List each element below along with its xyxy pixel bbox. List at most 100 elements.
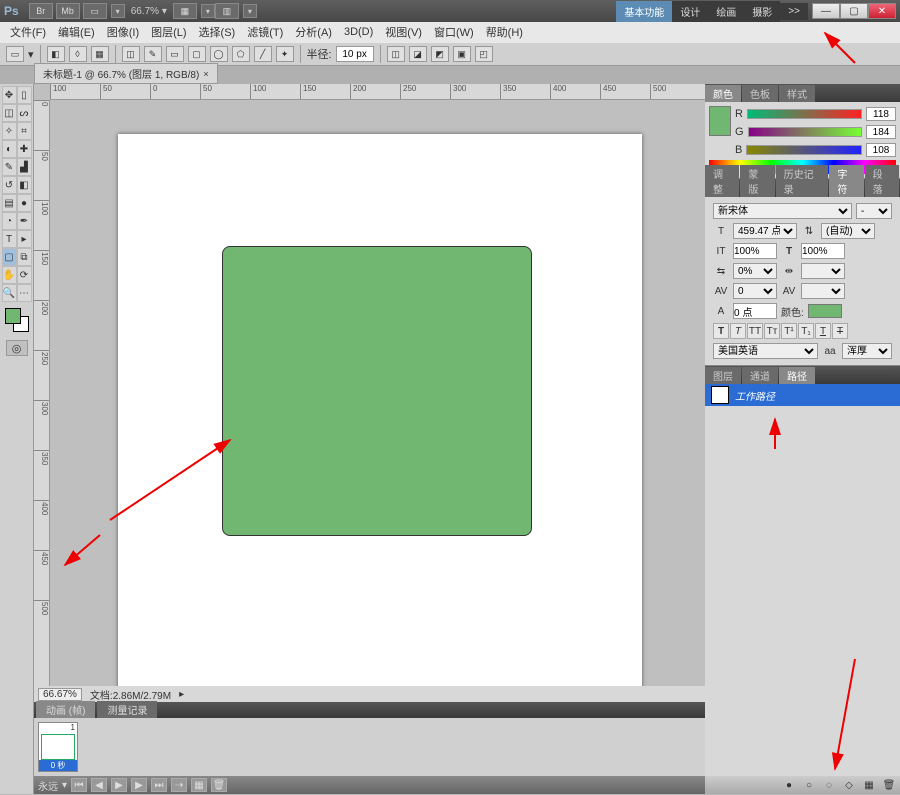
text-color-swatch[interactable] bbox=[808, 304, 842, 318]
minimize-button[interactable]: — bbox=[812, 3, 840, 19]
heal-tool[interactable]: ✚ bbox=[17, 140, 32, 158]
combine-new-icon[interactable]: ◫ bbox=[387, 46, 405, 62]
history-brush-tool[interactable]: ↺ bbox=[2, 176, 17, 194]
brush-tool[interactable]: ✎ bbox=[2, 158, 17, 176]
menu-edit[interactable]: 编辑(E) bbox=[54, 22, 99, 42]
next-frame-icon[interactable]: ▶ bbox=[131, 778, 147, 792]
b-value[interactable] bbox=[866, 143, 896, 157]
rounded-rect-icon[interactable]: ▢ bbox=[188, 46, 206, 62]
tab-adjust[interactable]: 调整 bbox=[705, 165, 739, 197]
vscale-input[interactable] bbox=[733, 243, 777, 259]
crop-tool[interactable]: ⌗ bbox=[17, 122, 32, 140]
menu-layer[interactable]: 图层(L) bbox=[147, 22, 190, 42]
tab-paths[interactable]: 路径 bbox=[779, 367, 815, 384]
path-sel-tool[interactable]: ▸ bbox=[17, 230, 32, 248]
workspace-design[interactable]: 设计 bbox=[672, 1, 708, 22]
marquee-tool[interactable]: ◫ bbox=[2, 104, 17, 122]
extra-tool[interactable]: ⋯ bbox=[17, 284, 32, 302]
workspace-basic[interactable]: 基本功能 bbox=[616, 1, 672, 22]
view-extras-button[interactable]: ▦ bbox=[173, 3, 197, 19]
r-value[interactable] bbox=[866, 107, 896, 121]
smallcaps-icon[interactable]: Tᴛ bbox=[764, 323, 780, 339]
delete-frame-icon[interactable]: 🗑 bbox=[211, 778, 227, 792]
font-style-select[interactable]: - bbox=[856, 203, 892, 219]
fg-color-swatch[interactable] bbox=[5, 308, 21, 324]
prev-frame-icon[interactable]: ◀ bbox=[91, 778, 107, 792]
eraser-tool[interactable]: ◧ bbox=[17, 176, 32, 194]
superscript-icon[interactable]: T¹ bbox=[781, 323, 797, 339]
pen-tool[interactable]: ✒ bbox=[17, 212, 32, 230]
line-icon[interactable]: ╱ bbox=[254, 46, 272, 62]
menu-help[interactable]: 帮助(H) bbox=[482, 22, 527, 42]
document-tab[interactable]: 未标题-1 @ 66.7% (图层 1, RGB/8) × bbox=[34, 63, 218, 84]
sel-to-path-icon[interactable]: ◇ bbox=[842, 778, 856, 792]
close-window-button[interactable]: ✕ bbox=[868, 3, 896, 19]
aa-select[interactable]: 浑厚 bbox=[842, 343, 892, 359]
menu-analysis[interactable]: 分析(A) bbox=[291, 22, 336, 42]
tween-icon[interactable]: ⇢ bbox=[171, 778, 187, 792]
hscale-input[interactable] bbox=[801, 243, 845, 259]
path-op-icon[interactable]: ◫ bbox=[122, 46, 140, 62]
menu-select[interactable]: 选择(S) bbox=[195, 22, 240, 42]
rect-icon[interactable]: ▭ bbox=[166, 46, 184, 62]
dd[interactable]: ▾ bbox=[111, 4, 125, 18]
dodge-tool[interactable]: ◔ bbox=[2, 212, 17, 230]
allcaps-icon[interactable]: TT bbox=[747, 323, 763, 339]
3d-tool[interactable]: ⧉ bbox=[17, 248, 32, 266]
combine-int-icon[interactable]: ▣ bbox=[453, 46, 471, 62]
combine-add-icon[interactable]: ◪ bbox=[409, 46, 427, 62]
menu-filter[interactable]: 滤镜(T) bbox=[243, 22, 287, 42]
first-frame-icon[interactable]: ⏮ bbox=[71, 778, 87, 792]
tab-channels[interactable]: 通道 bbox=[742, 367, 778, 384]
tool-preset-icon[interactable]: ▭ bbox=[6, 46, 24, 62]
rotate-tool[interactable]: ⟳ bbox=[17, 266, 32, 284]
custom-shape-icon[interactable]: ✦ bbox=[276, 46, 294, 62]
pen-icon[interactable]: ✎ bbox=[144, 46, 162, 62]
type-tool[interactable]: T bbox=[2, 230, 17, 248]
wand-tool[interactable]: ✧ bbox=[2, 122, 17, 140]
shape-tool[interactable]: ▢ bbox=[2, 248, 17, 266]
ellipse-icon[interactable]: ◯ bbox=[210, 46, 228, 62]
bridge-button[interactable]: Br bbox=[29, 3, 53, 19]
zoom-tool[interactable]: 🔍 bbox=[2, 284, 17, 302]
baseline-input[interactable] bbox=[733, 303, 777, 319]
av-select[interactable] bbox=[801, 283, 845, 299]
leading-select[interactable]: (自动) bbox=[821, 223, 875, 239]
subscript-icon[interactable]: T₁ bbox=[798, 323, 814, 339]
shape-layers-icon[interactable]: ◧ bbox=[47, 46, 65, 62]
quick-mask-button[interactable]: ◎ bbox=[6, 340, 28, 356]
underline-icon[interactable]: T bbox=[815, 323, 831, 339]
workspace-photo[interactable]: 摄影 bbox=[744, 1, 780, 22]
color-preview-swatch[interactable] bbox=[709, 106, 731, 136]
r-slider[interactable] bbox=[747, 109, 862, 119]
dd[interactable]: ▾ bbox=[28, 48, 34, 61]
loop-selector[interactable]: 永远 bbox=[38, 778, 58, 793]
status-arrow-icon[interactable]: ▸ bbox=[179, 689, 184, 700]
move-tool[interactable]: ✥ bbox=[2, 86, 17, 104]
tab-color[interactable]: 颜色 bbox=[705, 85, 741, 102]
lasso-tool[interactable]: ᔕ bbox=[17, 104, 32, 122]
tab-paragraph[interactable]: 段落 bbox=[865, 165, 899, 197]
delete-path-icon[interactable]: 🗑 bbox=[882, 778, 896, 792]
new-path-icon[interactable]: ▦ bbox=[862, 778, 876, 792]
color-swatches[interactable] bbox=[3, 306, 31, 334]
minibridge-button[interactable]: Mb bbox=[56, 3, 80, 19]
g-slider[interactable] bbox=[748, 127, 862, 137]
tracking-select[interactable] bbox=[801, 263, 845, 279]
workspace-paint[interactable]: 绘画 bbox=[708, 1, 744, 22]
path-to-sel-icon[interactable]: ◌ bbox=[822, 778, 836, 792]
tab-styles[interactable]: 样式 bbox=[779, 85, 815, 102]
polygon-icon[interactable]: ⬠ bbox=[232, 46, 250, 62]
frame-time[interactable]: 0 秒 bbox=[39, 760, 77, 771]
canvas[interactable] bbox=[50, 100, 705, 686]
eyedropper-tool[interactable]: ◐ bbox=[2, 140, 17, 158]
menu-image[interactable]: 图像(I) bbox=[103, 22, 143, 42]
fill-path-icon[interactable]: ● bbox=[782, 778, 796, 792]
combine-excl-icon[interactable]: ◰ bbox=[475, 46, 493, 62]
menu-file[interactable]: 文件(F) bbox=[6, 22, 50, 42]
blur-tool[interactable]: ● bbox=[17, 194, 32, 212]
font-family-select[interactable]: 新宋体 bbox=[713, 203, 852, 219]
tracking2-select[interactable]: 0 bbox=[733, 283, 777, 299]
tab-swatches[interactable]: 色板 bbox=[742, 85, 778, 102]
kerning-select[interactable]: 0% bbox=[733, 263, 777, 279]
